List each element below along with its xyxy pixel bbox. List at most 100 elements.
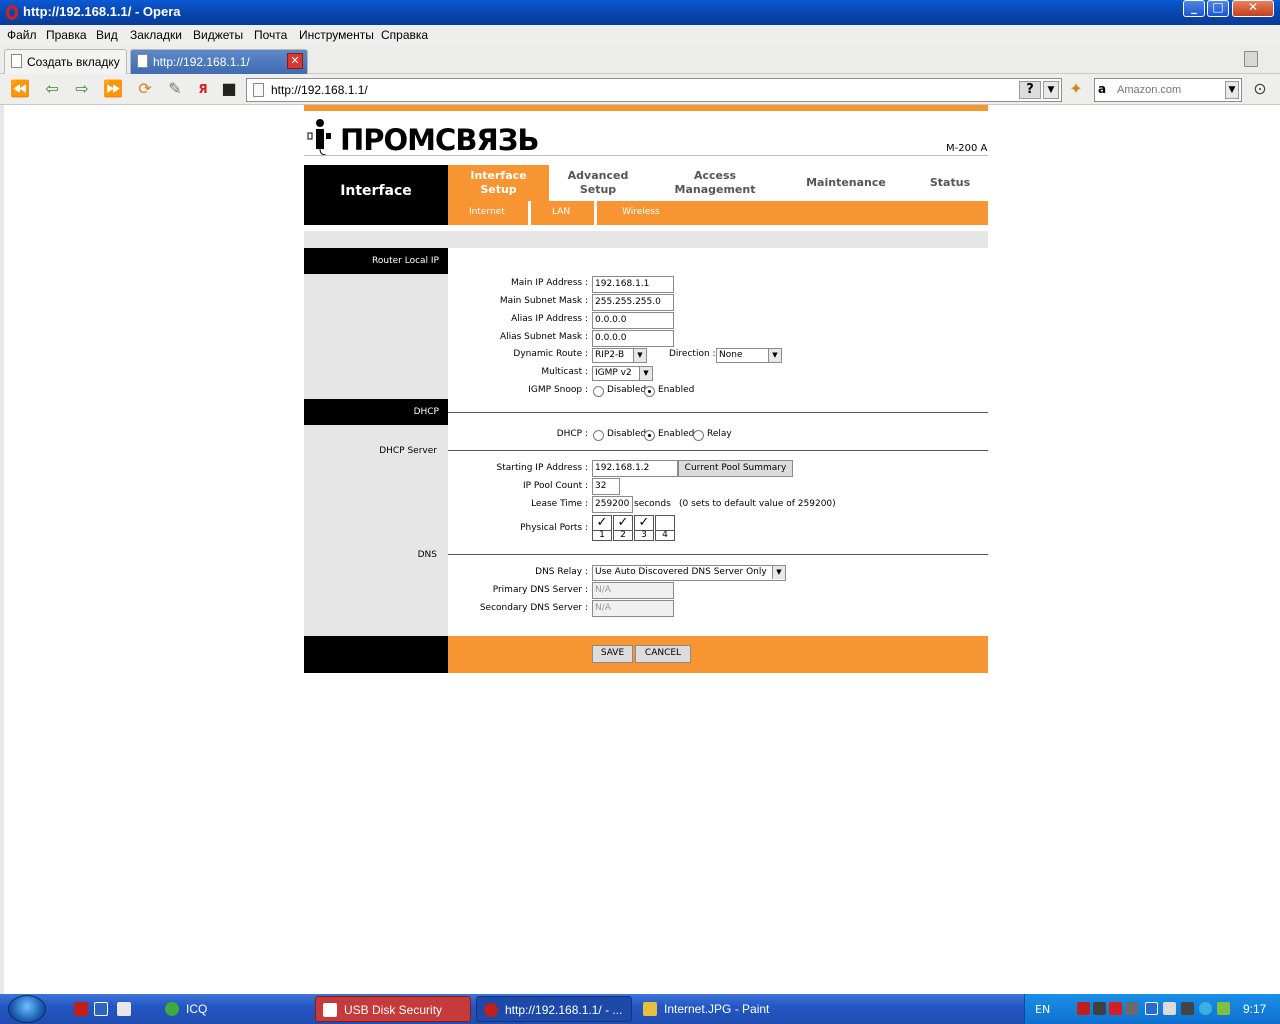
speaker-tray-icon[interactable] <box>1125 1002 1138 1015</box>
nav-line2: Management <box>674 183 756 196</box>
main-mask-input[interactable]: 255.255.255.0 <box>592 294 674 311</box>
opera-quicklaunch-icon[interactable] <box>74 1002 88 1016</box>
port-checkbox-4[interactable] <box>655 515 675 531</box>
lease-time-input[interactable]: 259200 <box>592 496 633 513</box>
tab-status[interactable]: Status <box>914 165 986 201</box>
nav-line1: Status <box>929 176 971 189</box>
menu-help[interactable]: Справка <box>381 28 428 42</box>
pool-count-label: IP Pool Count : <box>522 481 588 491</box>
cancel-button[interactable]: CANCEL <box>635 645 691 663</box>
edit-icon[interactable]: ✎ <box>165 80 185 98</box>
subtab-internet[interactable]: Internet <box>469 207 505 217</box>
minimize-button[interactable]: _ <box>1183 0 1205 17</box>
settings-quicklaunch-icon[interactable] <box>117 1002 131 1016</box>
forward-icon[interactable]: ⇨ <box>72 80 92 98</box>
port-number: 1 <box>592 531 612 541</box>
alias-mask-input[interactable]: 0.0.0.0 <box>592 330 674 347</box>
direction-select[interactable]: None ▼ <box>716 348 782 363</box>
address-dropdown-icon[interactable]: ▼ <box>1043 81 1059 99</box>
update-tray-icon[interactable] <box>1199 1002 1212 1015</box>
antivirus-tray-icon[interactable] <box>1109 1002 1122 1015</box>
menu-tools[interactable]: Инструменты <box>299 28 374 42</box>
port-checkbox-3[interactable]: ✓ <box>634 515 654 531</box>
wand-icon[interactable]: ✦ <box>1066 80 1086 98</box>
dhcp-disabled-radio[interactable] <box>593 430 604 441</box>
port-checkbox-2[interactable]: ✓ <box>613 515 633 531</box>
rewind-icon[interactable]: ⏪ <box>10 80 30 98</box>
start-ip-input[interactable]: 192.168.1.2 <box>592 460 678 477</box>
tab-maintenance[interactable]: Maintenance <box>798 165 894 201</box>
model-label: M-200 A <box>946 143 988 154</box>
main-ip-label: Main IP Address : <box>510 278 588 288</box>
close-tab-icon[interactable]: ✕ <box>287 53 303 69</box>
panel-icon[interactable]: ■ <box>219 80 239 98</box>
address-url[interactable]: http://192.168.1.1/ <box>271 83 368 97</box>
dhcp-enabled-radio[interactable] <box>644 430 655 441</box>
yandex-icon[interactable]: Я <box>193 80 213 98</box>
safely-remove-tray-icon[interactable] <box>1217 1002 1230 1015</box>
section-divider <box>448 450 988 451</box>
search-dropdown-icon[interactable]: ▼ <box>1225 81 1239 99</box>
reload-icon[interactable]: ⟳ <box>135 80 155 98</box>
task-label: ICQ <box>186 1002 208 1016</box>
menu-edit[interactable]: Правка <box>46 28 87 42</box>
tab-advanced-setup[interactable]: Advanced Setup <box>554 165 642 201</box>
subtab-lan[interactable]: LAN <box>552 207 570 217</box>
secondary-dns-input[interactable]: N/A <box>592 600 674 617</box>
maximize-button[interactable]: □ <box>1207 0 1229 17</box>
task-icq[interactable]: ICQ <box>158 996 308 1022</box>
port-checkbox-1[interactable]: ✓ <box>592 515 612 531</box>
pool-count-input[interactable]: 32 <box>592 478 620 495</box>
port-number: 2 <box>613 531 633 541</box>
back-icon[interactable]: ⇦ <box>42 80 62 98</box>
main-ip-input[interactable]: 192.168.1.1 <box>592 276 674 293</box>
taskbar: ICQ USB Disk Security http://192.168.1.1… <box>0 994 1280 1024</box>
dynamic-route-select[interactable]: RIP2-B ▼ <box>592 348 647 363</box>
search-input[interactable] <box>1117 82 1221 98</box>
save-button[interactable]: SAVE <box>592 645 633 663</box>
menu-view[interactable]: Вид <box>96 28 118 42</box>
dhcp-relay-radio[interactable] <box>693 430 704 441</box>
footer-bar <box>448 636 988 673</box>
new-tab-button[interactable]: Создать вкладку <box>4 49 127 74</box>
tab-router[interactable]: http://192.168.1.1/ ✕ <box>130 49 308 74</box>
task-opera[interactable]: http://192.168.1.1/ - ... <box>476 996 632 1022</box>
trash-icon[interactable] <box>1244 51 1258 67</box>
menu-file[interactable]: Файл <box>7 28 37 42</box>
multicast-select[interactable]: IGMP v2 ▼ <box>592 366 653 381</box>
nav-line2: Setup <box>480 183 517 196</box>
menu-mail[interactable]: Почта <box>254 28 287 42</box>
task-label: http://192.168.1.1/ - ... <box>505 1003 623 1017</box>
alias-ip-input[interactable]: 0.0.0.0 <box>592 312 674 329</box>
brand-name: ПРОМСВЯЗЬ <box>340 123 539 157</box>
dhcp-relay-label: Relay <box>707 429 732 439</box>
search-box[interactable]: a ▼ <box>1094 78 1242 102</box>
tab-access-management[interactable]: Access Management <box>660 165 770 201</box>
igmp-enabled-radio[interactable] <box>644 386 655 397</box>
help-icon[interactable]: ? <box>1019 81 1041 99</box>
fast-forward-icon[interactable]: ⏩ <box>103 80 123 98</box>
dns-relay-select[interactable]: Use Auto Discovered DNS Server Only ▼ <box>592 565 786 581</box>
device-tray-icon[interactable] <box>1093 1002 1106 1015</box>
tab-interface-setup[interactable]: Interface Setup <box>448 165 549 201</box>
start-button[interactable] <box>8 995 46 1023</box>
subtab-wireless[interactable]: Wireless <box>622 207 660 217</box>
network-tray-icon[interactable] <box>1145 1002 1158 1015</box>
pen-tray-icon[interactable] <box>1181 1002 1194 1015</box>
save-quicklaunch-icon[interactable] <box>94 1002 108 1016</box>
address-bar[interactable]: http://192.168.1.1/ ? ▼ <box>246 78 1062 102</box>
volume-tray-icon[interactable] <box>1163 1002 1176 1015</box>
opera-tray-icon[interactable] <box>1077 1002 1090 1015</box>
language-indicator[interactable]: EN <box>1035 1003 1050 1016</box>
task-usb-disk-security[interactable]: USB Disk Security <box>315 996 471 1022</box>
igmp-disabled-radio[interactable] <box>593 386 604 397</box>
menu-bookmarks[interactable]: Закладки <box>130 28 182 42</box>
task-paint[interactable]: Internet.JPG - Paint <box>636 996 792 1022</box>
current-pool-summary-button[interactable]: Current Pool Summary <box>678 460 793 477</box>
binoculars-icon[interactable]: ⊙ <box>1250 80 1270 98</box>
menu-widgets[interactable]: Виджеты <box>193 28 243 42</box>
close-window-button[interactable]: ✕ <box>1232 0 1274 17</box>
primary-dns-input[interactable]: N/A <box>592 582 674 599</box>
maximize-icon: □ <box>1212 0 1224 14</box>
close-icon: ✕ <box>1247 0 1259 14</box>
